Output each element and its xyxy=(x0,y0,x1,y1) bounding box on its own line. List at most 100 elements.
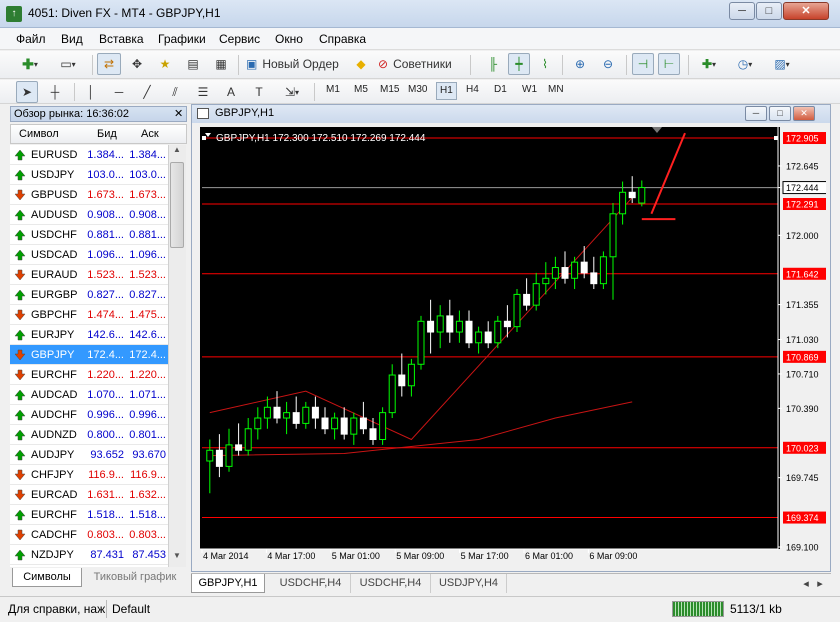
text-tool[interactable]: A xyxy=(220,81,242,103)
arrows-tool[interactable]: ⇲ ▾ xyxy=(276,81,308,103)
y-tick-label: 172.444 xyxy=(786,183,819,193)
tab-tick-chart[interactable]: Тиковый график xyxy=(86,568,184,587)
menu-window[interactable]: Окно xyxy=(275,32,303,46)
zoom-out-button[interactable]: ⊖ xyxy=(596,53,620,75)
timeframe-w1[interactable]: W1 xyxy=(522,84,537,95)
periods-button[interactable]: ◷ ▾ xyxy=(730,53,760,75)
market-watch-tabs: Символы Тиковый график xyxy=(10,568,187,588)
menu-insert[interactable]: Вставка xyxy=(99,32,144,46)
chart-tab[interactable]: GBPJPY,H1 xyxy=(191,574,265,593)
templates-button[interactable]: ▨ ▾ xyxy=(766,53,798,75)
menu-view[interactable]: Вид xyxy=(61,32,83,46)
chart-tab[interactable]: USDCHF,H4 xyxy=(351,574,431,593)
market-watch-row[interactable]: AUDUSD 0.908... 0.908... xyxy=(10,205,168,225)
channel-tool[interactable]: ⫽ xyxy=(164,81,186,103)
line-chart-button[interactable]: ⌇ xyxy=(534,53,556,75)
scroll-up-icon[interactable]: ▲ xyxy=(168,145,186,161)
row-symbol: USDJPY xyxy=(31,169,75,181)
horizontal-line-tool[interactable]: ─ xyxy=(108,81,130,103)
market-watch-scroll-thumb[interactable] xyxy=(170,162,184,248)
timeframe-m5[interactable]: M5 xyxy=(354,84,368,95)
market-watch-row[interactable]: USDJPY 103.0... 103.0... xyxy=(10,165,168,185)
market-watch-row[interactable]: USDCAD 1.096... 1.096... xyxy=(10,245,168,265)
market-watch-row[interactable]: EURGBP 0.827... 0.827... xyxy=(10,285,168,305)
column-bid[interactable]: Бид xyxy=(97,128,117,140)
tab-scroll-right-icon[interactable]: ▸ xyxy=(813,574,827,593)
chart-shift-button[interactable]: ⊢ xyxy=(658,53,680,75)
new-order-button[interactable]: ▣ Новый Ордер xyxy=(243,53,347,75)
menu-charts[interactable]: Графики xyxy=(158,32,206,46)
timeframe-m30[interactable]: M30 xyxy=(408,84,427,95)
market-watch-row[interactable]: NZDJPY 87.431 87.453 xyxy=(10,545,168,565)
timeframe-mn[interactable]: MN xyxy=(548,84,564,95)
autoscroll-button[interactable]: ⊣ xyxy=(632,53,654,75)
menu-file[interactable]: Файл xyxy=(16,32,46,46)
timeframe-m1[interactable]: M1 xyxy=(326,84,340,95)
column-ask[interactable]: Аск xyxy=(141,128,159,140)
menu-bar: Файл Вид Вставка Графики Сервис Окно Спр… xyxy=(0,28,840,50)
scroll-down-icon[interactable]: ▼ xyxy=(168,551,186,567)
market-watch-row[interactable]: EURCHF 1.220... 1.220... xyxy=(10,365,168,385)
vertical-line-tool[interactable]: │ xyxy=(80,81,102,103)
market-watch-row[interactable]: EURAUD 1.523... 1.523... xyxy=(10,265,168,285)
column-symbol[interactable]: Символ xyxy=(19,128,59,140)
indicators-button[interactable]: ✚ ▾ xyxy=(694,53,724,75)
market-watch-row[interactable]: AUDJPY 93.652 93.670 xyxy=(10,445,168,465)
chart-minimize-button[interactable]: ─ xyxy=(745,106,767,121)
tab-scroll-left-icon[interactable]: ◂ xyxy=(799,574,813,593)
candle-body xyxy=(225,444,233,467)
market-watch-close-button[interactable]: ✕ xyxy=(174,107,183,120)
metaeditor-button[interactable]: ◆ xyxy=(351,53,371,75)
y-tick-label: 172.645 xyxy=(786,161,819,171)
close-button[interactable]: ✕ xyxy=(783,2,829,20)
text-label-tool[interactable]: T xyxy=(248,81,270,103)
menu-help[interactable]: Справка xyxy=(319,32,366,46)
market-watch-row[interactable]: EURJPY 142.6... 142.6... xyxy=(10,325,168,345)
trendline-tool[interactable]: ╱ xyxy=(136,81,158,103)
market-watch-button[interactable]: ⇄ xyxy=(97,53,121,75)
data-window-button[interactable]: ✥ xyxy=(125,53,149,75)
fibonacci-tool[interactable]: ☰ xyxy=(192,81,214,103)
cursor-tool[interactable]: ➤ xyxy=(16,81,38,103)
market-watch-row[interactable]: GBPUSD 1.673... 1.673... xyxy=(10,185,168,205)
tester-button[interactable]: ▦ xyxy=(209,53,233,75)
timeframe-d1[interactable]: D1 xyxy=(494,84,507,95)
x-tick-label: 5 Mar 09:00 xyxy=(396,551,444,561)
market-watch-row[interactable]: CADCHF 0.803... 0.803... xyxy=(10,525,168,545)
row-ask: 0.908... xyxy=(129,209,166,221)
fibonacci-icon: ☰ xyxy=(197,85,209,99)
crosshair-tool[interactable]: ┼ xyxy=(44,81,66,103)
timeframe-h4[interactable]: H4 xyxy=(466,84,479,95)
arrow-up-icon xyxy=(14,329,26,341)
zoom-in-button[interactable]: ⊕ xyxy=(568,53,592,75)
timeframe-h1[interactable]: H1 xyxy=(436,82,457,100)
market-watch-row[interactable]: AUDCHF 0.996... 0.996... xyxy=(10,405,168,425)
timeframe-m15[interactable]: M15 xyxy=(380,84,399,95)
candlestick-button[interactable]: ┿ xyxy=(508,53,530,75)
star-folder-icon: ★ xyxy=(159,57,171,71)
market-watch-row[interactable]: GBPJPY 172.4... 172.4... xyxy=(10,345,168,365)
market-watch-row[interactable]: AUDCAD 1.070... 1.071... xyxy=(10,385,168,405)
market-watch-row[interactable]: AUDNZD 0.800... 0.801... xyxy=(10,425,168,445)
minimize-button[interactable]: ─ xyxy=(729,2,755,20)
new-chart-button[interactable]: ✚ ▾ xyxy=(14,53,46,75)
terminal-button[interactable]: ▤ xyxy=(181,53,205,75)
chart-maximize-button[interactable]: □ xyxy=(769,106,791,121)
price-chart[interactable]: 172.905 172.291 171.642 170.869 170.023 169.3… xyxy=(200,127,826,567)
chart-tab[interactable]: USDCHF,H4 xyxy=(271,574,351,593)
market-watch-row[interactable]: USDCHF 0.881... 0.881... xyxy=(10,225,168,245)
market-watch-row[interactable]: EURCHF 1.518... 1.518... xyxy=(10,505,168,525)
chart-close-button[interactable]: ✕ xyxy=(793,106,815,121)
maximize-button[interactable]: □ xyxy=(756,2,782,20)
chart-tab[interactable]: USDJPY,H4 xyxy=(431,574,507,593)
navigator-button[interactable]: ★ xyxy=(153,53,177,75)
advisors-button[interactable]: ⊘ Советники xyxy=(375,53,465,75)
market-watch-row[interactable]: EURCAD 1.631... 1.632... xyxy=(10,485,168,505)
bar-chart-button[interactable]: ╟ xyxy=(482,53,504,75)
menu-tools[interactable]: Сервис xyxy=(219,32,260,46)
tab-symbols[interactable]: Символы xyxy=(12,568,82,587)
market-watch-row[interactable]: CHFJPY 116.9... 116.9... xyxy=(10,465,168,485)
market-watch-row[interactable]: GBPCHF 1.474... 1.475... xyxy=(10,305,168,325)
market-watch-row[interactable]: EURUSD 1.384... 1.384... xyxy=(10,145,168,165)
profiles-button[interactable]: ▭ ▾ xyxy=(52,53,84,75)
